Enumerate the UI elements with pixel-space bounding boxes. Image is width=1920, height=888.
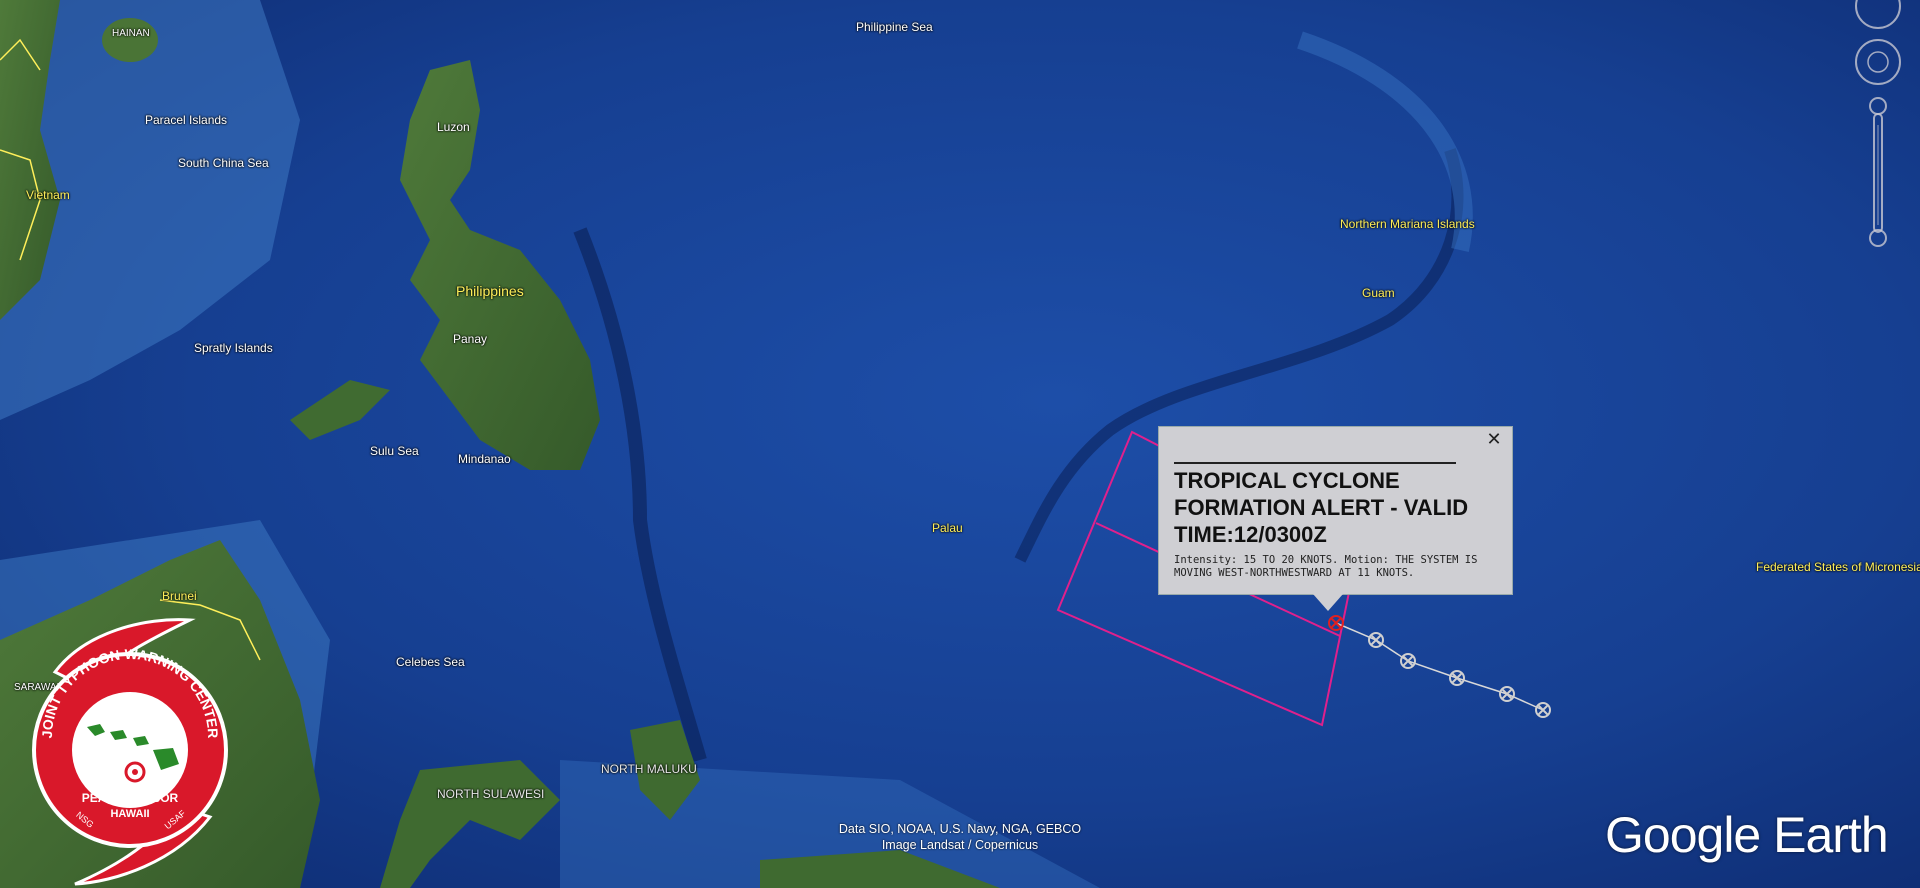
label-sulu-sea: Sulu Sea: [370, 444, 419, 458]
label-hainan: HAINAN: [112, 28, 150, 39]
label-south-china-sea: South China Sea: [178, 156, 269, 170]
label-northern-mariana-islands: Northern Mariana Islands: [1340, 217, 1475, 231]
popup-divider: [1174, 462, 1456, 464]
popup-body: Intensity: 15 TO 20 KNOTS. Motion: THE S…: [1174, 554, 1478, 579]
label-guam: Guam: [1362, 286, 1395, 300]
satellite-map[interactable]: [0, 0, 1920, 888]
close-icon[interactable]: ✕: [1486, 431, 1502, 449]
label-micronesia: Federated States of Micronesia: [1756, 560, 1920, 574]
map-attribution: Data SIO, NOAA, U.S. Navy, NGA, GEBCO Im…: [820, 821, 1100, 853]
compass-icon[interactable]: [1855, 0, 1901, 29]
tcfa-info-popup: ✕ TROPICAL CYCLONE FORMATION ALERT - VAL…: [1158, 426, 1513, 595]
label-vietnam: Vietnam: [26, 188, 70, 202]
google-earth-logo: Google Earth: [1605, 807, 1889, 863]
jtwc-logo: JOINT TYPHOON WARNING CENTER PEARL HARBO…: [32, 618, 228, 886]
label-philippine-sea: Philippine Sea: [856, 20, 933, 34]
label-mindanao: Mindanao: [458, 452, 511, 466]
zoom-slider-icon[interactable]: [1869, 97, 1887, 247]
label-north-maluku: NORTH MALUKU: [601, 762, 697, 776]
label-panay: Panay: [453, 332, 488, 346]
popup-title: TROPICAL CYCLONE FORMATION ALERT - VALID…: [1174, 468, 1469, 547]
label-north-sulawesi: NORTH SULAWESI: [437, 787, 545, 801]
label-spratly-islands: Spratly Islands: [194, 341, 273, 355]
navigation-controls[interactable]: [1838, 0, 1920, 250]
label-paracel-islands: Paracel Islands: [145, 113, 228, 127]
jtwc-state: HAWAII: [110, 808, 149, 820]
label-luzon: Luzon: [437, 120, 470, 134]
attribution-imagery: Image Landsat / Copernicus: [881, 838, 1039, 852]
label-philippines: Philippines: [456, 283, 524, 299]
jtwc-location: PEARL HARBOR: [82, 791, 179, 805]
label-palau: Palau: [932, 521, 963, 535]
attribution-data: Data SIO, NOAA, U.S. Navy, NGA, GEBCO: [838, 822, 1082, 836]
look-control-icon[interactable]: [1855, 39, 1901, 85]
label-celebes-sea: Celebes Sea: [396, 655, 465, 669]
popup-pointer: [1313, 594, 1343, 611]
label-brunei: Brunei: [162, 589, 197, 603]
